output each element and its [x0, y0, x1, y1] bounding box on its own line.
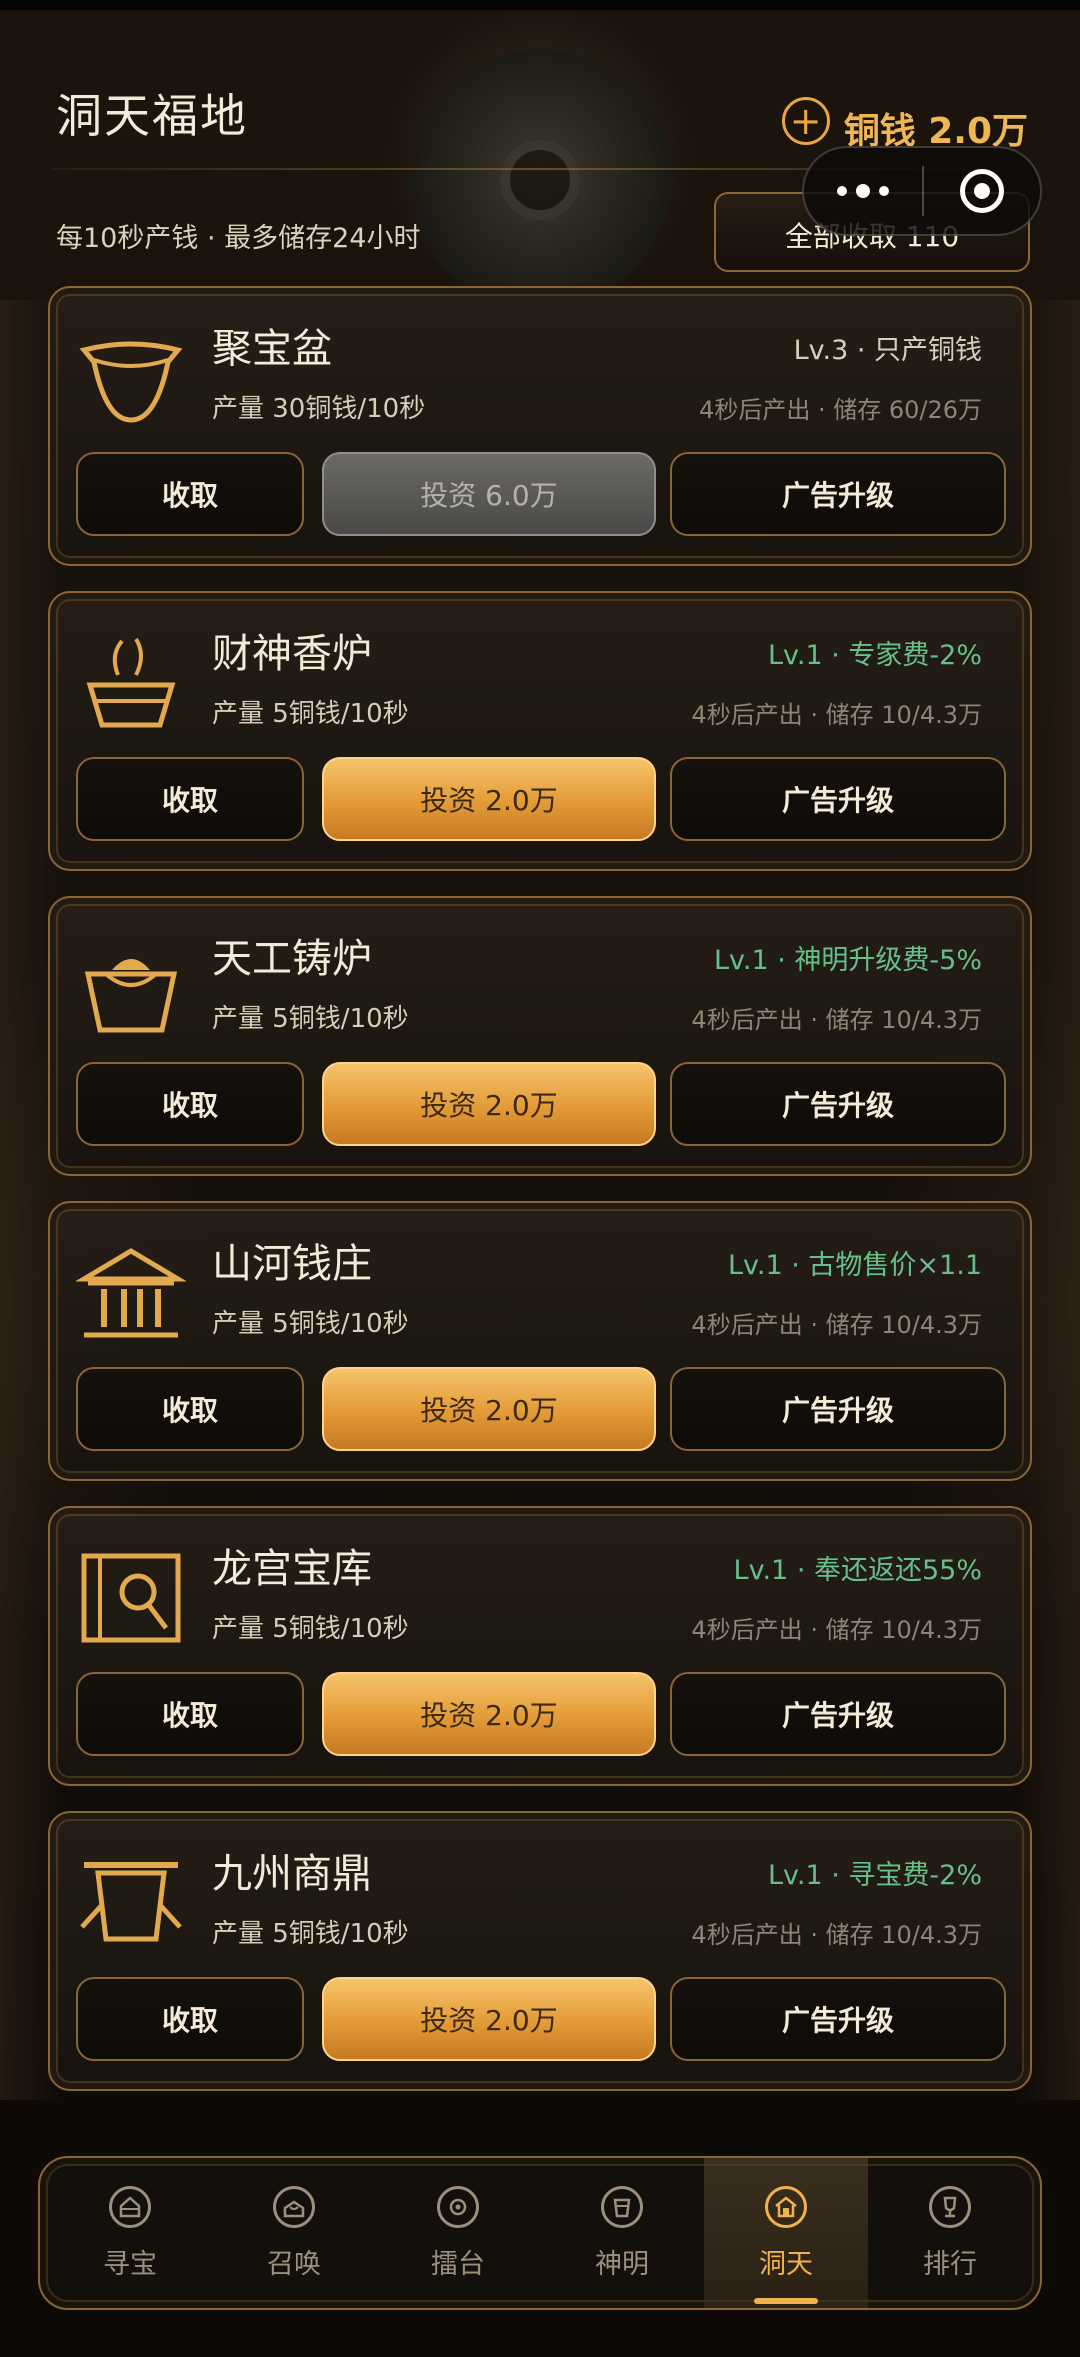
- production-timer: 4秒后产出 · 储存 10/4.3万: [691, 701, 982, 729]
- ad-upgrade-button[interactable]: 广告升级: [670, 757, 1006, 841]
- summon-icon: [273, 2185, 315, 2228]
- coin-balance: + 铜钱 2.0万: [781, 88, 1028, 154]
- more-options-icon[interactable]: [804, 148, 922, 234]
- level-bonus: Lv.3 · 只产铜钱: [793, 335, 982, 366]
- treasure-hunt-icon: [109, 2185, 151, 2228]
- ad-upgrade-button[interactable]: 广告升级: [670, 1672, 1006, 1756]
- invest-button[interactable]: 投资 2.0万: [322, 1672, 656, 1756]
- bronze-disc-decoration: [410, 50, 670, 310]
- collect-button[interactable]: 收取: [76, 757, 304, 841]
- status-strip: [0, 0, 1080, 10]
- close-miniprogram-icon[interactable]: [924, 148, 1040, 234]
- collect-button[interactable]: 收取: [76, 452, 304, 536]
- nav-tab-deity[interactable]: 神明: [540, 2158, 704, 2308]
- level-bonus: Lv.1 · 寻宝费-2%: [767, 1860, 982, 1891]
- invest-button[interactable]: 投资 2.0万: [322, 1367, 656, 1451]
- building-card: 天工铸炉产量 5铜钱/10秒 Lv.1 · 神明升级费-5% 4秒后产出 · 储存 …: [48, 896, 1032, 1176]
- nav-tab-ranking[interactable]: 排行: [868, 2158, 1032, 2308]
- nav-tab-label: 召唤: [267, 2248, 321, 2280]
- add-coins-icon[interactable]: +: [781, 97, 830, 145]
- bottom-nav: 寻宝 召唤 擂台 神明 洞天 排行: [38, 2156, 1042, 2310]
- production-rate: 产量 5铜钱/10秒: [212, 1309, 409, 1339]
- production-timer: 4秒后产出 · 储存 10/4.3万: [691, 1616, 982, 1644]
- building-list: 聚宝盆产量 30铜钱/10秒 Lv.3 · 只产铜钱 4秒后产出 · 储存 60/2…: [48, 286, 1032, 2116]
- building-card: 九州商鼎产量 5铜钱/10秒 Lv.1 · 寻宝费-2% 4秒后产出 · 储存 10…: [48, 1811, 1032, 2091]
- nav-tab-label: 排行: [923, 2248, 977, 2280]
- building-name: 聚宝盆: [212, 326, 332, 372]
- invest-button[interactable]: 投资 2.0万: [322, 1062, 656, 1146]
- collect-button[interactable]: 收取: [76, 1977, 304, 2061]
- treasure-bowl-icon: [76, 328, 186, 428]
- nav-tab-arena[interactable]: 擂台: [376, 2158, 540, 2308]
- home-icon: [765, 2185, 807, 2228]
- collect-button[interactable]: 收取: [76, 1062, 304, 1146]
- production-rate: 产量 5铜钱/10秒: [212, 699, 409, 729]
- building-card: 聚宝盆产量 30铜钱/10秒 Lv.3 · 只产铜钱 4秒后产出 · 储存 60/2…: [48, 286, 1032, 566]
- production-timer: 4秒后产出 · 储存 60/26万: [699, 396, 982, 424]
- building-card: 龙宫宝库产量 5铜钱/10秒 Lv.1 · 奉还返还55% 4秒后产出 · 储存 1…: [48, 1506, 1032, 1786]
- building-name: 龙宫宝库: [212, 1546, 372, 1592]
- level-bonus: Lv.1 · 奉还返还55%: [733, 1555, 982, 1586]
- production-rate: 产量 5铜钱/10秒: [212, 1919, 409, 1949]
- nav-tab-treasure-hunt[interactable]: 寻宝: [48, 2158, 212, 2308]
- invest-button[interactable]: 投资 2.0万: [322, 1977, 656, 2061]
- nav-tab-label: 神明: [595, 2248, 649, 2280]
- production-timer: 4秒后产出 · 储存 10/4.3万: [691, 1006, 982, 1034]
- ranking-icon: [929, 2185, 971, 2228]
- invest-button[interactable]: 投资 6.0万: [322, 452, 656, 536]
- nav-tab-label: 洞天: [759, 2248, 813, 2280]
- production-info: 每10秒产钱 · 最多储存24小时: [56, 223, 421, 254]
- ad-upgrade-button[interactable]: 广告升级: [670, 1977, 1006, 2061]
- nav-tab-label: 擂台: [431, 2248, 485, 2280]
- production-rate: 产量 5铜钱/10秒: [212, 1004, 409, 1034]
- deity-icon: [601, 2185, 643, 2228]
- building-name: 天工铸炉: [212, 936, 372, 982]
- production-rate: 产量 30铜钱/10秒: [212, 394, 426, 424]
- building-name: 九州商鼎: [212, 1851, 372, 1897]
- level-bonus: Lv.1 · 古物售价×1.1: [728, 1250, 982, 1281]
- bank-icon: [74, 1243, 188, 1343]
- level-bonus: Lv.1 · 神明升级费-5%: [713, 945, 982, 976]
- arena-icon: [437, 2185, 479, 2228]
- ad-upgrade-button[interactable]: 广告升级: [670, 1062, 1006, 1146]
- production-timer: 4秒后产出 · 储存 10/4.3万: [691, 1921, 982, 1949]
- incense-burner-icon: [76, 633, 186, 733]
- production-rate: 产量 5铜钱/10秒: [212, 1614, 409, 1644]
- building-card: 山河钱庄产量 5铜钱/10秒 Lv.1 · 古物售价×1.1 4秒后产出 · 储存 …: [48, 1201, 1032, 1481]
- page-title: 洞天福地: [56, 89, 248, 143]
- level-bonus: Lv.1 · 专家费-2%: [767, 640, 982, 671]
- nav-tab-label: 寻宝: [103, 2248, 157, 2280]
- nav-tab-summon[interactable]: 召唤: [212, 2158, 376, 2308]
- cauldron-icon: [76, 1853, 186, 1953]
- collect-button[interactable]: 收取: [76, 1367, 304, 1451]
- ad-upgrade-button[interactable]: 广告升级: [670, 1367, 1006, 1451]
- building-name: 财神香炉: [212, 631, 372, 677]
- vault-icon: [76, 1548, 186, 1648]
- building-name: 山河钱庄: [212, 1241, 372, 1287]
- collect-button[interactable]: 收取: [76, 1672, 304, 1756]
- building-card: 财神香炉产量 5铜钱/10秒 Lv.1 · 专家费-2% 4秒后产出 · 储存 10…: [48, 591, 1032, 871]
- production-timer: 4秒后产出 · 储存 10/4.3万: [691, 1311, 982, 1339]
- invest-button[interactable]: 投资 2.0万: [322, 757, 656, 841]
- miniprogram-capsule: [802, 146, 1042, 236]
- forge-icon: [76, 938, 186, 1038]
- nav-tab-home[interactable]: 洞天: [704, 2158, 868, 2308]
- ad-upgrade-button[interactable]: 广告升级: [670, 452, 1006, 536]
